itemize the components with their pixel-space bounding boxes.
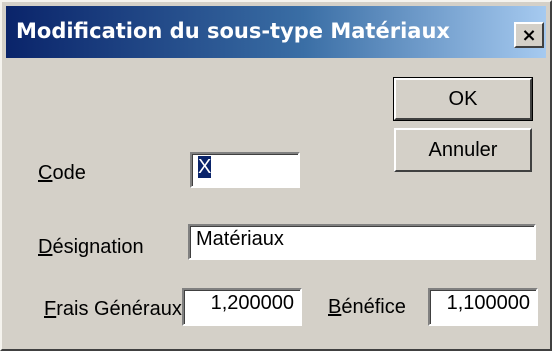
cancel-button[interactable]: Annuler: [394, 128, 532, 172]
code-value: X: [198, 156, 212, 178]
designation-label-access-key: D: [38, 236, 53, 258]
frais-generaux-field[interactable]: 1,200000: [182, 288, 302, 326]
dialog-window: Modification du sous-type Matériaux × OK…: [0, 0, 552, 351]
close-button[interactable]: ×: [514, 22, 544, 48]
ok-button-label: OK: [448, 87, 478, 110]
cancel-button-label: Annuler: [428, 138, 498, 161]
close-icon: ×: [521, 24, 537, 46]
benefice-field[interactable]: 1,100000: [428, 288, 538, 326]
designation-label: Désignation: [38, 236, 144, 259]
benefice-label-access-key: B: [328, 296, 342, 318]
designation-field[interactable]: Matériaux: [188, 224, 536, 260]
code-label: Code: [38, 162, 86, 185]
designation-label-text: ésignation: [52, 236, 144, 258]
designation-value: Matériaux: [196, 228, 284, 250]
frais-generaux-label-text: rais Généraux: [56, 298, 182, 320]
code-label-access-key: C: [38, 162, 53, 184]
frais-generaux-label-access-key: F: [44, 298, 57, 320]
code-label-text: ode: [52, 162, 86, 184]
frais-generaux-value: 1,200000: [210, 292, 294, 314]
ok-button[interactable]: OK: [393, 77, 533, 121]
title-bar[interactable]: Modification du sous-type Matériaux ×: [6, 6, 546, 58]
benefice-value: 1,100000: [446, 292, 530, 314]
code-field[interactable]: X: [190, 152, 300, 188]
benefice-label: Bénéfice: [328, 296, 406, 319]
window-title: Modification du sous-type Matériaux: [16, 19, 450, 43]
frais-generaux-label: Frais Généraux: [44, 298, 182, 321]
benefice-label-text: énéfice: [341, 296, 406, 318]
